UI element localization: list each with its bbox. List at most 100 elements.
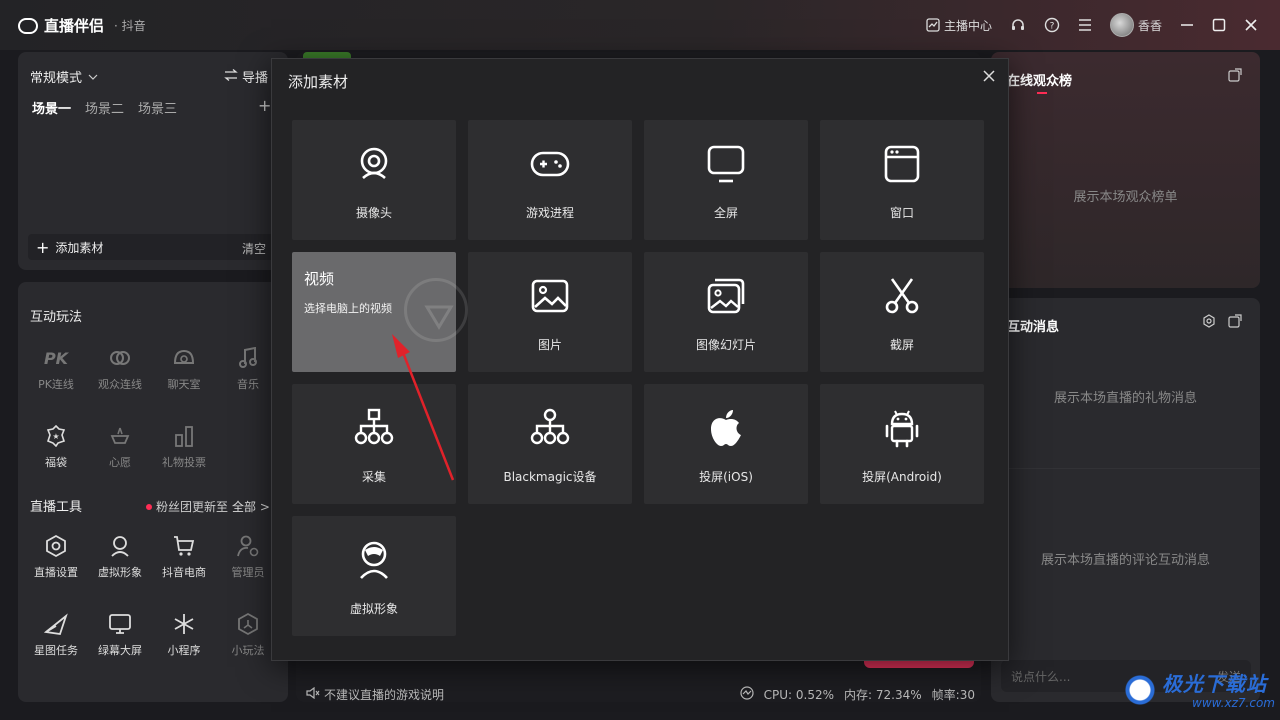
link-icon <box>108 346 132 370</box>
image-icon <box>530 276 570 316</box>
tile-ios-cast-label: 投屏(iOS) <box>699 470 753 484</box>
add-scene-icon[interactable]: + <box>258 96 271 115</box>
guide-label: 导播 <box>242 71 269 86</box>
music-button[interactable]: 音乐 <box>220 346 276 392</box>
mini-program-button[interactable]: 小程序 <box>156 612 212 658</box>
tile-image[interactable]: 图片 <box>468 252 632 372</box>
app-title: 直播伴侣 <box>44 17 105 35</box>
mini-game-button[interactable]: 小玩法 <box>220 612 276 658</box>
tile-ios-cast[interactable]: 投屏(iOS) <box>644 384 808 504</box>
tile-blackmagic[interactable]: Blackmagic设备 <box>468 384 632 504</box>
scene-tab-1[interactable]: 场景一 <box>32 98 71 117</box>
menu-icon[interactable] <box>1078 19 1092 31</box>
tile-video[interactable]: 视频 选择电脑上的视频 <box>292 252 468 372</box>
monitor-icon <box>706 144 746 184</box>
popout-icon[interactable] <box>1228 68 1242 85</box>
camera-icon <box>354 144 394 184</box>
tile-slideshow-label: 图像幻灯片 <box>695 338 756 352</box>
help-icon[interactable]: ? <box>1044 17 1060 33</box>
messages-popout-icon[interactable] <box>1228 314 1242 331</box>
gift-vote-button[interactable]: 礼物投票 <box>156 424 212 470</box>
virtual-avatar-tool-button[interactable]: 虚拟形象 <box>92 534 148 580</box>
wish-label: 心愿 <box>109 456 131 469</box>
mini-game-icon <box>236 612 260 636</box>
user-profile[interactable]: 香香 <box>1109 13 1162 37</box>
game-notice-link[interactable]: 不建议直播的游戏说明 <box>306 686 444 703</box>
mode-selector[interactable]: 常规模式 <box>30 67 98 86</box>
guide-button[interactable]: 导播 <box>224 67 268 86</box>
tile-video-title: 视频 <box>304 270 335 288</box>
gift-vote-label: 礼物投票 <box>162 456 206 469</box>
android-icon <box>882 408 922 448</box>
audience-title[interactable]: 在线观众榜 <box>1007 70 1072 89</box>
performance-icon <box>740 686 754 703</box>
close-icon[interactable] <box>982 69 996 86</box>
tile-camera[interactable]: 摄像头 <box>292 120 456 240</box>
apple-icon <box>706 408 746 448</box>
tile-fullscreen[interactable]: 全屏 <box>644 120 808 240</box>
frame-rate: 帧率:30 <box>931 688 975 702</box>
tile-virtual-avatar-label: 虚拟形象 <box>349 602 398 616</box>
close-app-icon[interactable] <box>1244 18 1258 32</box>
dialog-title: 添加素材 <box>288 73 349 91</box>
red-dot-icon <box>146 503 152 510</box>
admin-button[interactable]: 管理员 <box>220 534 276 580</box>
star-task-label: 星图任务 <box>34 644 78 657</box>
live-settings-button[interactable]: 直播设置 <box>28 534 84 580</box>
speaker-icon <box>306 686 320 702</box>
title-bar: 直播伴侣 · 抖音 主播中心 ? 香香 <box>0 0 1280 50</box>
ecommerce-label: 抖音电商 <box>162 566 206 579</box>
live-tools-title: 直播工具 <box>30 500 83 515</box>
game-notice-label: 不建议直播的游戏说明 <box>324 688 445 702</box>
all-link[interactable]: 全部 > <box>232 498 270 515</box>
audience-link-button[interactable]: 观众连线 <box>92 346 148 392</box>
capture-tree-icon <box>354 408 394 448</box>
tile-virtual-avatar[interactable]: 虚拟形象 <box>292 516 456 636</box>
window-icon <box>882 144 922 184</box>
avatar <box>1109 13 1134 37</box>
messages-title: 互动消息 <box>1007 320 1060 335</box>
lucky-bag-icon: ★ <box>44 424 68 448</box>
admin-icon <box>236 534 260 558</box>
maximize-icon[interactable] <box>1212 18 1226 32</box>
virtual-avatar-icon <box>354 540 394 580</box>
lucky-bag-button[interactable]: ★ 福袋 <box>28 424 84 470</box>
cpu-usage: CPU: 0.52% <box>763 687 835 702</box>
virtual-avatar-tool-label: 虚拟形象 <box>98 566 142 579</box>
messages-panel: 互动消息 展示本场直播的礼物消息 展示本场直播的评论互动消息 说点什么... 发… <box>991 298 1260 702</box>
tile-game-process[interactable]: 游戏进程 <box>468 120 632 240</box>
tile-screenshot[interactable]: 截屏 <box>820 252 984 372</box>
clear-button[interactable]: 清空 <box>242 240 266 257</box>
mode-label: 常规模式 <box>30 71 83 86</box>
tile-slideshow[interactable]: 图像幻灯片 <box>644 252 808 372</box>
tile-capture[interactable]: 采集 <box>292 384 456 504</box>
wish-button[interactable]: 心愿 <box>92 424 148 470</box>
tile-android-cast[interactable]: 投屏(Android) <box>820 384 984 504</box>
minimize-icon[interactable] <box>1180 18 1194 32</box>
pk-button[interactable]: PK PK连线 <box>28 346 84 392</box>
green-screen-button[interactable]: 绿幕大屏 <box>92 612 148 658</box>
tile-android-cast-label: 投屏(Android) <box>862 470 942 484</box>
settings-icon[interactable] <box>1202 314 1216 331</box>
fans-notice[interactable]: 粉丝团更新至 全部 > <box>146 498 270 515</box>
lucky-bag-label: 福袋 <box>45 456 67 469</box>
status-bar: 不建议直播的游戏说明 CPU: 0.52% 内存: 72.34% 帧率:30 <box>296 684 981 704</box>
headset-icon[interactable] <box>1010 17 1026 33</box>
gamepad-icon <box>530 144 570 184</box>
scene-tab-3[interactable]: 场景三 <box>138 98 177 117</box>
tile-window[interactable]: 窗口 <box>820 120 984 240</box>
ecommerce-button[interactable]: 抖音电商 <box>156 534 212 580</box>
star-task-button[interactable]: 星图任务 <box>28 612 84 658</box>
mini-program-label: 小程序 <box>167 644 201 657</box>
creator-center-button[interactable]: 主播中心 <box>926 17 992 34</box>
pk-icon: PK <box>43 348 69 368</box>
tile-capture-label: 采集 <box>361 470 386 484</box>
svg-text:?: ? <box>1050 22 1055 32</box>
add-material-button[interactable]: + 添加素材 <box>28 234 278 260</box>
slideshow-icon <box>706 276 746 316</box>
pk-label: PK连线 <box>38 378 74 391</box>
wish-icon <box>108 424 132 448</box>
audience-panel: 在线观众榜 展示本场观众榜单 <box>991 52 1260 288</box>
scene-tab-2[interactable]: 场景二 <box>85 98 124 117</box>
chatroom-button[interactable]: 聊天室 <box>156 346 212 392</box>
